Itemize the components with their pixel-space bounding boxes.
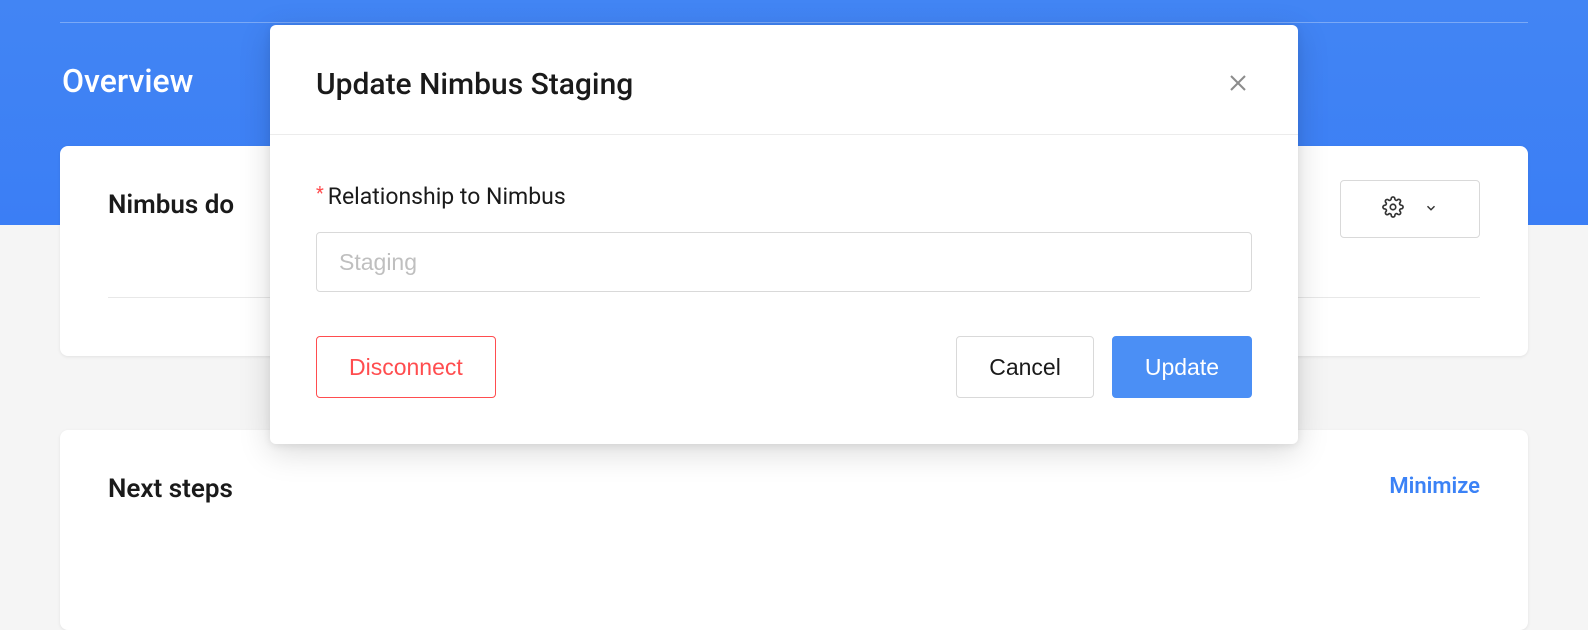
next-steps-title: Next steps [108,474,233,504]
cancel-button[interactable]: Cancel [956,336,1094,398]
disconnect-button[interactable]: Disconnect [316,336,496,398]
header-divider [60,22,1528,23]
relationship-label-text: Relationship to Nimbus [328,183,566,210]
modal-title: Update Nimbus Staging [316,67,633,102]
next-steps-card: Next steps Minimize [60,430,1528,630]
modal-footer: Disconnect Cancel Update [270,328,1298,444]
required-indicator: * [316,185,324,203]
relationship-input[interactable] [316,232,1252,292]
settings-dropdown[interactable] [1340,180,1480,238]
update-modal: Update Nimbus Staging * Relationship to … [270,25,1298,444]
close-icon [1226,71,1250,99]
modal-header: Update Nimbus Staging [270,25,1298,135]
footer-actions: Cancel Update [956,336,1252,398]
modal-body: * Relationship to Nimbus [270,135,1298,328]
chevron-down-icon [1424,200,1438,219]
update-button[interactable]: Update [1112,336,1252,398]
close-button[interactable] [1224,71,1252,99]
relationship-label: * Relationship to Nimbus [316,183,1252,210]
gear-icon [1382,196,1404,222]
overview-heading: Overview [62,62,193,100]
minimize-link[interactable]: Minimize [1389,474,1480,499]
